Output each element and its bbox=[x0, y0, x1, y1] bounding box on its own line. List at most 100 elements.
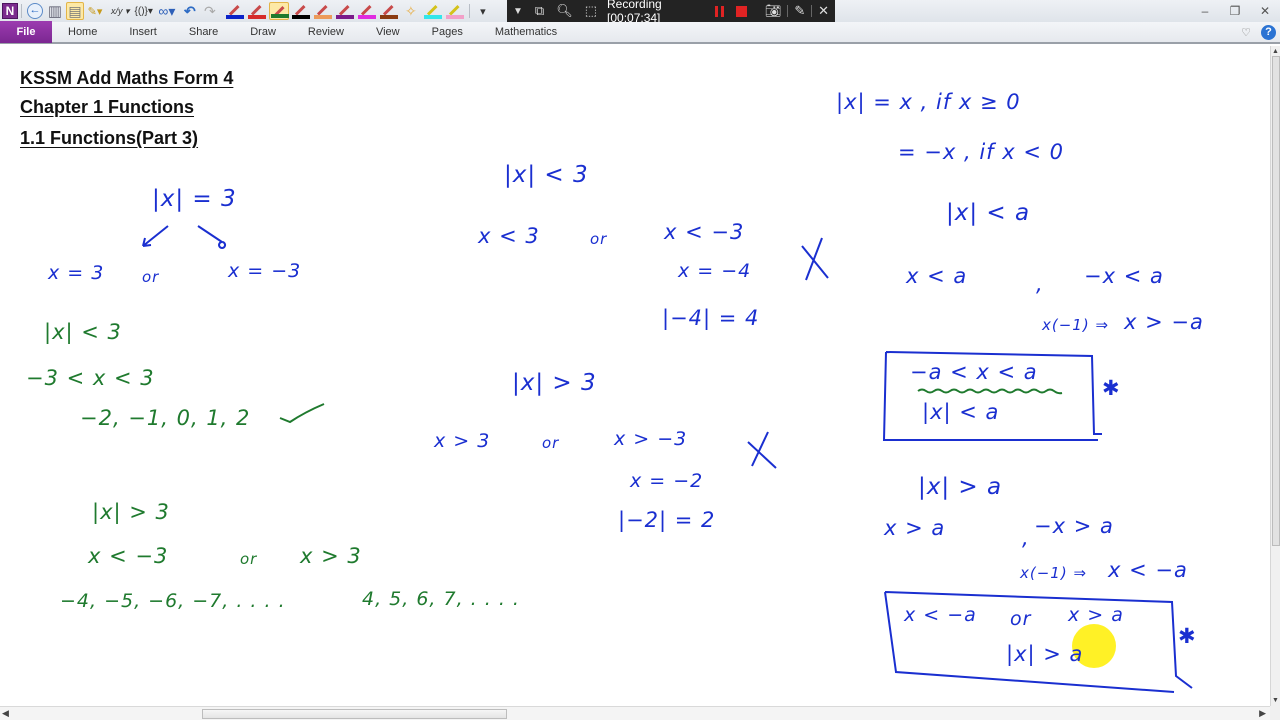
pen-blue-button[interactable] bbox=[225, 2, 245, 20]
pen-color-swatch bbox=[423, 15, 442, 19]
fraction-button[interactable]: x/y ▾ bbox=[111, 2, 130, 20]
full-page-view-button[interactable]: ▤ bbox=[66, 2, 84, 20]
undo-button[interactable]: ↶ bbox=[181, 2, 199, 20]
redo-button[interactable]: ↷ bbox=[201, 2, 219, 20]
toolbar-separator bbox=[21, 4, 22, 18]
full-page-view-icon: ▤ bbox=[68, 2, 82, 19]
customize-toolbar-button[interactable]: ▾ bbox=[474, 2, 492, 20]
ink-abs-lt-range: −3 < x < 3 bbox=[26, 366, 155, 390]
region-select-icon: ⬚ bbox=[584, 3, 598, 18]
pen-icon bbox=[382, 4, 394, 16]
recording-menu-button[interactable]: ▼ bbox=[507, 6, 529, 17]
restore-button[interactable]: ❐ bbox=[1220, 4, 1250, 18]
infinity-button[interactable]: ∞▾ bbox=[158, 2, 176, 20]
tab-view[interactable]: View bbox=[360, 26, 416, 38]
ink-gt-box-right: x > a bbox=[1068, 604, 1124, 626]
close-window-button[interactable]: ✕ bbox=[1250, 4, 1280, 18]
ink-comma: , bbox=[1022, 526, 1030, 550]
ink-lt-box-line2: |x| < a bbox=[922, 400, 1000, 424]
back-button[interactable]: ← bbox=[26, 2, 44, 20]
stop-button[interactable] bbox=[730, 5, 753, 17]
pen-green-button[interactable] bbox=[268, 2, 289, 20]
chevron-down-icon: ▾ bbox=[480, 5, 486, 18]
pen-color-swatch bbox=[445, 15, 464, 19]
window-icon: ⧉ bbox=[534, 3, 545, 18]
undo-icon: ↶ bbox=[184, 2, 196, 19]
cross-mark-upper bbox=[801, 237, 829, 281]
region-button[interactable]: ⬚ bbox=[579, 3, 603, 19]
highlighter-cyan-button[interactable] bbox=[423, 2, 443, 20]
dock-to-desktop-button[interactable]: ▥ bbox=[46, 2, 64, 20]
pen-red-button[interactable] bbox=[247, 2, 267, 20]
pen-tools-button[interactable]: ✎▾ bbox=[86, 2, 104, 20]
horizontal-scrollbar[interactable]: ◀ ▶ bbox=[0, 706, 1270, 720]
tab-draw[interactable]: Draw bbox=[234, 26, 292, 38]
magnifier-icon: 🔍︎ bbox=[556, 3, 573, 18]
zoom-button[interactable]: 🔍︎ bbox=[550, 3, 579, 19]
ink-abs-gt-right: x > 3 bbox=[300, 544, 362, 568]
pencil-icon: ✎ bbox=[794, 3, 806, 18]
tab-share[interactable]: Share bbox=[173, 26, 234, 38]
tab-pages[interactable]: Pages bbox=[416, 26, 479, 38]
ink-or: or bbox=[542, 434, 560, 452]
tab-insert[interactable]: Insert bbox=[113, 26, 173, 38]
scroll-up-arrow-icon[interactable]: ▲ bbox=[1272, 48, 1279, 55]
eraser-button[interactable]: ✧ bbox=[401, 2, 421, 20]
screenshot-button[interactable]: 📷︎ bbox=[759, 3, 788, 19]
caret-down-icon: ▼ bbox=[513, 5, 523, 17]
pen-color-swatch bbox=[270, 14, 289, 18]
ink-wrong-gt-1: x > 3 bbox=[434, 430, 491, 452]
scrollbar-corner bbox=[1270, 706, 1280, 720]
pen-color-swatch bbox=[335, 15, 354, 19]
ink-or: or bbox=[142, 268, 160, 286]
draw-button[interactable]: ✎ bbox=[788, 3, 811, 19]
help-button[interactable]: ? bbox=[1261, 25, 1276, 40]
back-icon: ← bbox=[27, 3, 43, 19]
help-icon: ? bbox=[1265, 26, 1272, 38]
restore-icon: ❐ bbox=[1229, 4, 1241, 18]
scroll-right-arrow-icon[interactable]: ▶ bbox=[1259, 708, 1266, 719]
pen-orange-button[interactable] bbox=[313, 2, 333, 20]
recording-toolbar: ▼ ⧉ 🔍︎ ⬚ Recording [00:07:34] 📷︎ ✎ ✕ bbox=[507, 0, 835, 25]
eraser-icon: ✧ bbox=[405, 2, 417, 19]
star-icon: ✱ bbox=[1102, 376, 1121, 400]
close-icon: ✕ bbox=[818, 3, 829, 18]
highlighter-pink-button[interactable] bbox=[445, 2, 465, 20]
pen-color-swatch bbox=[291, 15, 310, 19]
pause-button[interactable] bbox=[709, 5, 730, 17]
ink-wrong-gt-2: x > −3 bbox=[614, 428, 688, 450]
scroll-down-arrow-icon[interactable]: ▼ bbox=[1272, 697, 1279, 704]
pen-color-swatch bbox=[313, 15, 332, 19]
close-icon: ✕ bbox=[1259, 4, 1271, 18]
minimize-button[interactable]: – bbox=[1190, 4, 1220, 18]
ink-wrong-lt-abs: |−4| = 4 bbox=[662, 306, 760, 330]
expand-ribbon-button[interactable]: ♡ bbox=[1241, 26, 1251, 39]
horizontal-scroll-thumb[interactable] bbox=[202, 709, 507, 719]
close-recording-button[interactable]: ✕ bbox=[812, 3, 835, 19]
tab-review[interactable]: Review bbox=[292, 26, 360, 38]
pen-purple-button[interactable] bbox=[335, 2, 355, 20]
ink-gt-case-1: x > a bbox=[884, 516, 946, 540]
checkmark-stroke bbox=[279, 403, 325, 424]
tab-home[interactable]: Home bbox=[52, 26, 113, 38]
pen-icon bbox=[228, 4, 240, 16]
pen-icon bbox=[250, 4, 262, 16]
chevron-heart-icon: ♡ bbox=[1241, 27, 1251, 39]
equation-button[interactable]: {()}▾ bbox=[135, 2, 153, 20]
note-page[interactable]: KSSM Add Maths Form 4 Chapter 1 Function… bbox=[0, 46, 1270, 706]
section-title: 1.1 Functions(Part 3) bbox=[20, 128, 199, 148]
vertical-scrollbar[interactable]: ▲ ▼ bbox=[1270, 46, 1280, 706]
pen-brown-button[interactable] bbox=[379, 2, 399, 20]
ink-comma: , bbox=[1036, 272, 1044, 296]
pen-icon bbox=[316, 4, 328, 16]
ink-abs-lt-values: −2, −1, 0, 1, 2 bbox=[80, 406, 251, 430]
tab-mathematics[interactable]: Mathematics bbox=[479, 26, 573, 38]
vertical-scroll-thumb[interactable] bbox=[1272, 56, 1280, 546]
pen-magenta-button[interactable] bbox=[357, 2, 377, 20]
window-button[interactable]: ⧉ bbox=[529, 3, 550, 19]
ink-def-neg: = −x , if x < 0 bbox=[898, 140, 1064, 164]
scroll-left-arrow-icon[interactable]: ◀ bbox=[2, 708, 9, 719]
tab-file[interactable]: File bbox=[0, 21, 52, 43]
ink-wrong-gt-abs: |−2| = 2 bbox=[618, 508, 716, 532]
pen-black-button[interactable] bbox=[291, 2, 311, 20]
